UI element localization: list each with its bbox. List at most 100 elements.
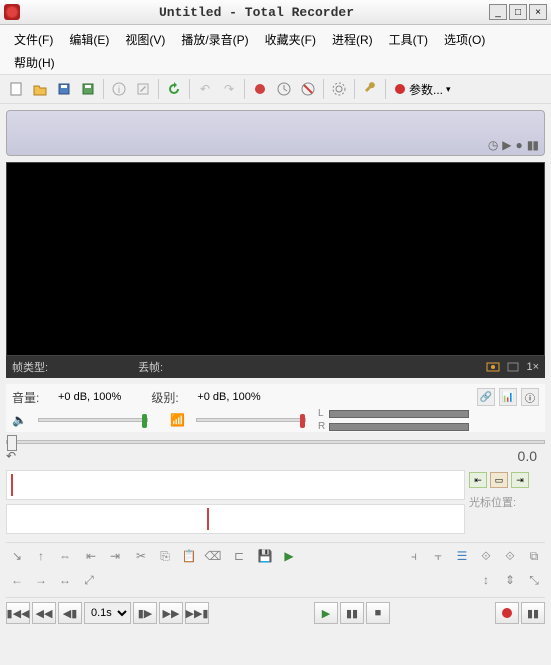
left-channel-label: L [318, 408, 326, 419]
goto-end-button[interactable]: ⇥ [104, 546, 126, 566]
menu-view[interactable]: 视图(V) [117, 28, 173, 51]
zoom-sel-button[interactable]: ⤢ [78, 570, 100, 590]
menubar: 文件(F) 编辑(E) 视图(V) 播放/录音(P) 收藏夹(F) 进程(R) … [0, 25, 551, 75]
step-interval-select[interactable]: 0.1s [84, 602, 131, 624]
left-meter-bar [329, 410, 469, 418]
frame-type-label: 帧类型: [12, 359, 48, 375]
schedule-button[interactable] [273, 78, 295, 100]
menu-file[interactable]: 文件(F) [6, 28, 61, 51]
level-label: 级别: [151, 389, 189, 406]
paste-button[interactable]: 📋 [178, 546, 200, 566]
link-button[interactable]: 🔗 [477, 388, 495, 406]
meter-button[interactable]: 📊 [499, 388, 517, 406]
new-button[interactable] [5, 78, 27, 100]
goto-start-button[interactable]: ⇤ [80, 546, 102, 566]
menu-tools[interactable]: 工具(T) [381, 28, 436, 51]
zoom-level: 1× [526, 361, 539, 373]
clock-icon: ◷ [488, 138, 498, 152]
undo-button[interactable]: ↶ [194, 78, 216, 100]
goto-last-button[interactable]: ▶▶▮ [185, 602, 209, 624]
audio-controls: 音量: +0 dB, 100% 级别: +0 dB, 100% 🔗 📊 ⓘ 🔈 … [6, 384, 545, 432]
drop-frame-label: 丢帧: [138, 359, 163, 375]
zoom-in-h-button[interactable]: → [30, 570, 52, 590]
fullscreen-icon[interactable] [506, 360, 520, 374]
step-back-button[interactable]: ◀▮ [58, 602, 82, 624]
cursor-position-label: 光标位置: [469, 494, 541, 510]
play-sel-button[interactable]: ▶ [278, 546, 300, 566]
delete-button[interactable]: ⌫ [202, 546, 224, 566]
save-sel-button[interactable]: 💾 [254, 546, 276, 566]
marker-c-icon[interactable]: ⇥ [511, 472, 529, 488]
crop-button[interactable]: ⊏ [228, 546, 250, 566]
pause-rec-button[interactable]: ▮▮ [521, 602, 545, 624]
dropdown-arrow-icon: ▾ [446, 84, 451, 95]
window-title: Untitled - Total Recorder [26, 5, 487, 20]
stop-monitor-button[interactable] [297, 78, 319, 100]
copy-button[interactable]: ⎘ [154, 546, 176, 566]
settings-gear-button[interactable] [328, 78, 350, 100]
goto-first-button[interactable]: ▮◀◀ [6, 602, 30, 624]
marker-b-icon[interactable]: ▭ [490, 472, 508, 488]
zoom-fit-button[interactable]: ↔ [54, 570, 76, 590]
info-button[interactable]: ⓘ [521, 388, 539, 406]
menu-edit[interactable]: 编辑(E) [61, 28, 117, 51]
video-preview [6, 162, 545, 356]
level-slider[interactable] [196, 418, 306, 422]
info-panel: ◷ ▶ ● ▮▮ [6, 110, 545, 156]
fast-fwd-button[interactable]: ▶▶ [159, 602, 183, 624]
menu-favorites[interactable]: 收藏夹(F) [257, 28, 324, 51]
minimize-button[interactable]: _ [489, 4, 507, 20]
sel-start-button[interactable]: ↘ [6, 546, 28, 566]
fade-button[interactable]: ⫟ [427, 546, 449, 566]
camera-icon[interactable] [486, 360, 500, 374]
pause-play-button[interactable]: ▮▮ [340, 602, 364, 624]
stop-button[interactable]: ■ [366, 602, 390, 624]
playback-bar: ▮◀◀ ◀◀ ◀▮ 0.1s ▮▶ ▶▶ ▶▶▮ ▶ ▮▮ ■ ▮▮ [6, 597, 545, 628]
toolbar-separator [158, 79, 159, 99]
normalize-button[interactable]: ⫞ [403, 546, 425, 566]
wrench-button[interactable] [359, 78, 381, 100]
menu-help[interactable]: 帮助(H) [6, 51, 63, 74]
redo-button[interactable]: ↷ [218, 78, 240, 100]
edit-tag-button[interactable] [132, 78, 154, 100]
zoom-out-h-button[interactable]: ← [6, 570, 28, 590]
amp-down-button[interactable]: ⟐ [499, 546, 521, 566]
record-globe-button[interactable] [249, 78, 271, 100]
reset-time-icon[interactable]: ↶ [6, 449, 16, 463]
marker-a-icon[interactable]: ⇤ [469, 472, 487, 488]
level-icon[interactable]: 📶 [170, 413, 190, 427]
rewind-button[interactable]: ◀◀ [32, 602, 56, 624]
open-button[interactable] [29, 78, 51, 100]
speaker-icon[interactable]: 🔈 [12, 413, 32, 427]
timeline-track[interactable] [6, 440, 545, 444]
titlebar: Untitled - Total Recorder _ □ × [0, 0, 551, 25]
eq-button[interactable]: ☰ [451, 546, 473, 566]
maximize-button[interactable]: □ [509, 4, 527, 20]
sel-range-button[interactable]: ⇔ [54, 546, 76, 566]
record-indicator-icon [395, 84, 405, 94]
save-button[interactable] [53, 78, 75, 100]
zoom-v-out-button[interactable]: ⇕ [499, 570, 521, 590]
waveform-right-channel[interactable] [6, 504, 465, 534]
zoom-v-fit-button[interactable]: ⤡ [523, 570, 545, 590]
amp-up-button[interactable]: ⟐ [475, 546, 497, 566]
play-button[interactable]: ▶ [314, 602, 338, 624]
info-button[interactable]: i [108, 78, 130, 100]
cut-button[interactable]: ✂ [130, 546, 152, 566]
sel-up-button[interactable]: ↑ [30, 546, 52, 566]
volume-slider[interactable] [38, 418, 148, 422]
save-as-button[interactable] [77, 78, 99, 100]
refresh-button[interactable] [163, 78, 185, 100]
timeline-thumb[interactable] [7, 435, 17, 451]
zoom-v-in-button[interactable]: ↕ [475, 570, 497, 590]
step-fwd-button[interactable]: ▮▶ [133, 602, 157, 624]
menu-options[interactable]: 选项(O) [436, 28, 493, 51]
record-icon: ● [516, 138, 523, 152]
menu-process[interactable]: 进程(R) [324, 28, 381, 51]
parameters-button[interactable]: 参数... ▾ [389, 79, 457, 100]
record-button[interactable] [495, 602, 519, 624]
close-button[interactable]: × [529, 4, 547, 20]
menu-play-record[interactable]: 播放/录音(P) [173, 28, 256, 51]
mix-button[interactable]: ⧉ [523, 546, 545, 566]
waveform-left-channel[interactable] [6, 470, 465, 500]
